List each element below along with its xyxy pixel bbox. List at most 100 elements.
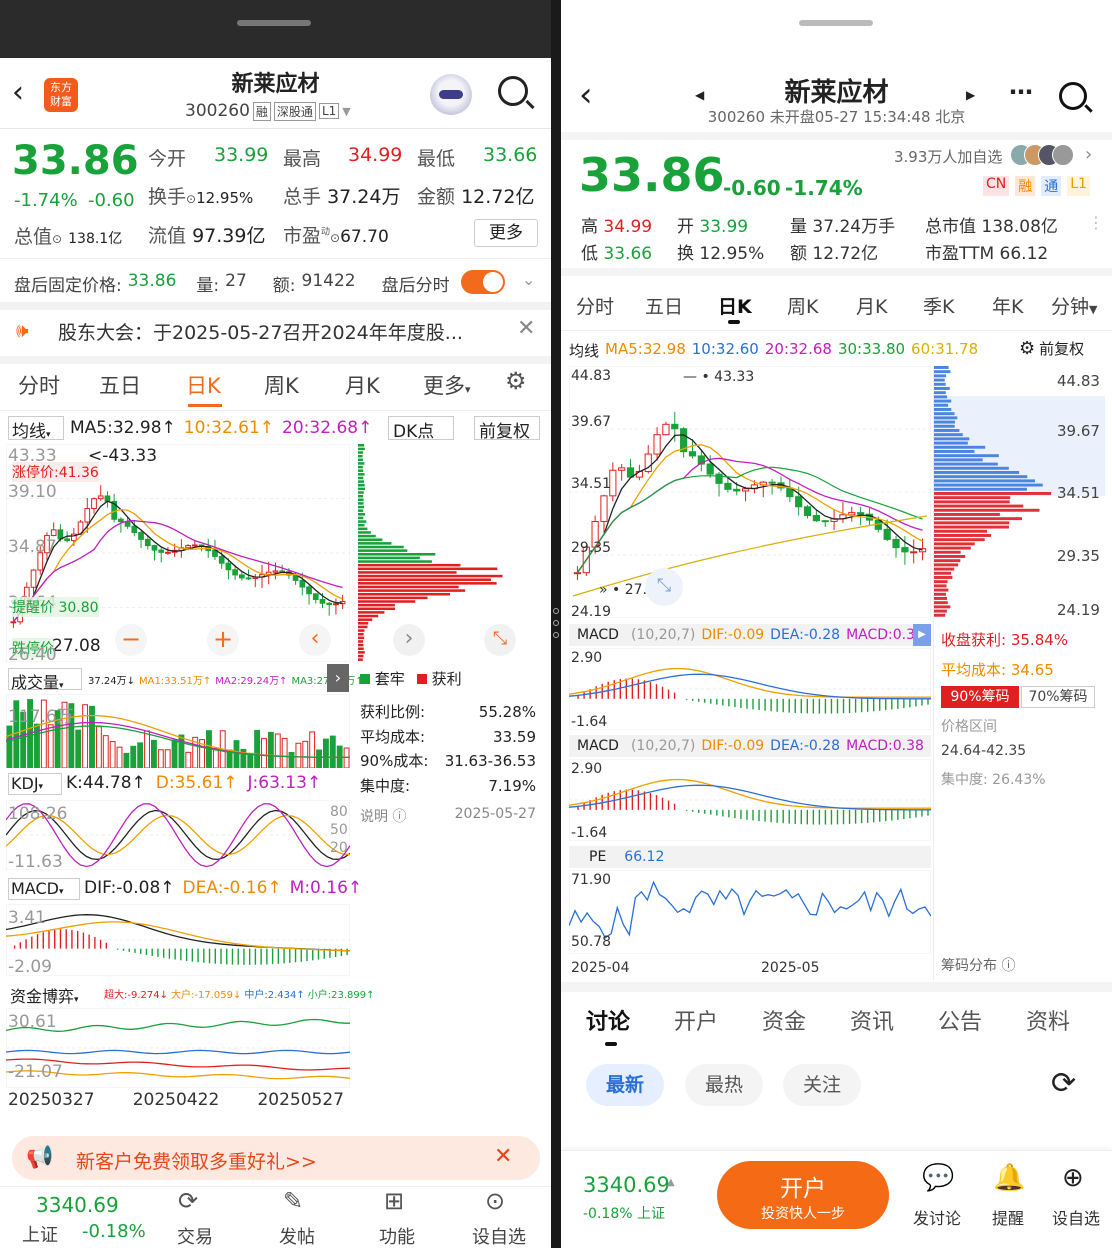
ma-select[interactable]: 均线▾ bbox=[8, 416, 64, 442]
more-dots-icon[interactable]: ⋯ bbox=[1009, 78, 1033, 106]
dropdown-icon[interactable]: ▼ bbox=[342, 105, 350, 118]
search-icon[interactable] bbox=[1059, 82, 1093, 113]
kline-max-label: — • 43.33 bbox=[683, 369, 755, 385]
profit-stat: 收盘获利: 35.84% bbox=[941, 631, 1069, 649]
chip-bar bbox=[358, 600, 416, 603]
edit-icon[interactable]: ✎ bbox=[283, 1187, 303, 1215]
panel-toggle-icon[interactable]: › bbox=[327, 664, 349, 692]
candle-body bbox=[97, 495, 104, 500]
index-value[interactable]: 3340.69 bbox=[583, 1173, 670, 1197]
tab-announce[interactable]: 公告 bbox=[938, 1004, 982, 1036]
change-pct: -1.74% bbox=[785, 176, 863, 200]
nav-discuss[interactable]: 发讨论 bbox=[913, 1205, 961, 1229]
index-value[interactable]: 3340.69 bbox=[36, 1193, 119, 1217]
chevron-down-icon[interactable]: ⌄ bbox=[522, 270, 535, 289]
chip-next-button[interactable]: › bbox=[393, 624, 425, 656]
more-button[interactable]: 更多 bbox=[474, 219, 538, 247]
promo-close-icon[interactable]: ✕ bbox=[494, 1144, 512, 1169]
kline-chart[interactable] bbox=[569, 366, 931, 618]
adjust-price-button[interactable]: 前复权 bbox=[474, 416, 540, 442]
chip-70-button[interactable]: 70%筹码 bbox=[1021, 686, 1095, 708]
drag-handle[interactable] bbox=[799, 20, 873, 26]
tab-news[interactable]: 资讯 bbox=[850, 1004, 894, 1036]
after-hours-toggle[interactable] bbox=[461, 270, 505, 294]
grid-icon[interactable]: ⊞ bbox=[384, 1187, 404, 1215]
adjust-price-button[interactable]: ⚙ 前复权 bbox=[1019, 338, 1084, 359]
index-up-icon: ▲ bbox=[667, 1177, 675, 1188]
stat-open-value: 33.99 bbox=[214, 144, 269, 166]
yen-icon[interactable]: ⟳ bbox=[178, 1187, 198, 1215]
expand-icon[interactable]: ⤡ bbox=[484, 624, 516, 656]
tab-five-day[interactable]: 五日 bbox=[99, 370, 141, 400]
search-icon[interactable] bbox=[498, 76, 535, 110]
volume-bar bbox=[130, 745, 137, 768]
volume-bar bbox=[316, 749, 322, 768]
panel-toggle-icon[interactable]: ▶ bbox=[913, 624, 931, 646]
tab-daily-k[interactable]: 日K bbox=[718, 292, 752, 319]
pe-header[interactable]: PE 66.12 bbox=[569, 846, 931, 868]
promo-banner[interactable]: 📢 新客户免费领取多重好礼>> ✕ bbox=[12, 1136, 540, 1180]
comment-icon[interactable]: 💬 bbox=[922, 1163, 954, 1193]
split-divider[interactable] bbox=[551, 0, 561, 1248]
notice-text[interactable]: 股东大会：于2025-05-27召开2024年年度股... bbox=[58, 318, 463, 345]
tab-year-k[interactable]: 年K bbox=[992, 292, 1023, 319]
nav-alert[interactable]: 提醒 bbox=[992, 1205, 1024, 1229]
fund-select[interactable]: 资金博弈▾ bbox=[8, 983, 102, 1006]
nav-watchlist[interactable]: 设自选 bbox=[1052, 1205, 1100, 1229]
zoom-in-button[interactable]: + bbox=[207, 624, 239, 656]
tab-more[interactable]: 更多▾ bbox=[423, 370, 471, 400]
chip-bar bbox=[358, 647, 364, 651]
tab-monthly-k[interactable]: 月K bbox=[856, 292, 887, 319]
filter-follow[interactable]: 关注 bbox=[783, 1064, 861, 1106]
chip-90-button[interactable]: 90%筹码 bbox=[941, 686, 1019, 708]
filter-hot[interactable]: 最热 bbox=[685, 1064, 763, 1106]
macd1-header[interactable]: MACD (10,20,7) DIF:-0.09 DEA:-0.28 MACD:0.38 bbox=[569, 624, 931, 646]
info-icon[interactable]: ⓘ bbox=[392, 809, 406, 825]
tab-monthly-k[interactable]: 月K bbox=[345, 370, 380, 400]
tab-discuss[interactable]: 讨论 bbox=[586, 1004, 630, 1036]
nav-function[interactable]: 功能 bbox=[379, 1223, 415, 1248]
bell-icon[interactable]: 🔔 bbox=[993, 1163, 1025, 1193]
tab-daily-k[interactable]: 日K bbox=[186, 370, 221, 400]
chevron-right-icon[interactable]: › bbox=[1085, 144, 1092, 165]
scroll-left-button[interactable]: ‹ bbox=[299, 624, 331, 656]
open-account-button[interactable]: 开户 投资快人一步 bbox=[717, 1161, 889, 1229]
tab-weekly-k[interactable]: 周K bbox=[787, 292, 818, 319]
more-dots-icon[interactable]: ⊙ bbox=[485, 1187, 505, 1215]
nav-post[interactable]: 发帖 bbox=[279, 1223, 315, 1248]
volume-bar bbox=[281, 737, 288, 768]
gear-icon[interactable]: ⚙ bbox=[505, 367, 527, 395]
nav-watchlist[interactable]: 设自选 bbox=[472, 1223, 526, 1248]
volume-select[interactable]: 成交量▾ bbox=[8, 668, 82, 692]
macd2-header[interactable]: MACD (10,20,7) DIF:-0.09 DEA:-0.28 MACD:0.38 bbox=[569, 735, 931, 757]
chip-bar bbox=[358, 534, 376, 538]
robot-avatar-icon[interactable] bbox=[430, 74, 472, 116]
chip-bar bbox=[933, 374, 947, 378]
close-icon[interactable]: ✕ bbox=[517, 316, 535, 341]
macd-select[interactable]: MACD▾ bbox=[8, 878, 80, 900]
tab-open-account[interactable]: 开户 bbox=[674, 1004, 718, 1036]
kdj-select[interactable]: KDJ▾ bbox=[8, 773, 62, 795]
dk-point-button[interactable]: DK点 bbox=[388, 416, 454, 442]
tab-funds[interactable]: 资金 bbox=[762, 1004, 806, 1036]
tab-weekly-k[interactable]: 周K bbox=[264, 370, 299, 400]
follower-avatars[interactable] bbox=[1010, 144, 1074, 166]
refresh-icon[interactable]: ⟳ bbox=[1051, 1066, 1076, 1101]
index-chg-row: -0.18% 上证 bbox=[583, 1206, 665, 1222]
tab-minute[interactable]: 分时 bbox=[576, 292, 614, 319]
chip-bar bbox=[358, 520, 367, 523]
chip-bar bbox=[933, 424, 955, 428]
tab-five-day[interactable]: 五日 bbox=[645, 292, 683, 319]
expand-icon[interactable]: ⤡ bbox=[645, 568, 683, 606]
drag-handle[interactable] bbox=[237, 20, 311, 26]
tab-minute[interactable]: 分时 bbox=[18, 370, 60, 400]
tab-minutes[interactable]: 分钟▼ bbox=[1051, 292, 1097, 319]
info-icon[interactable]: ⓘ bbox=[1001, 958, 1015, 974]
vertical-dots-icon[interactable]: ⋮ bbox=[1088, 215, 1104, 231]
nav-trade[interactable]: 交易 bbox=[177, 1223, 213, 1248]
tab-quarter-k[interactable]: 季K bbox=[923, 292, 954, 319]
watchlist-icon[interactable]: ⊕ bbox=[1062, 1163, 1084, 1193]
zoom-out-button[interactable]: − bbox=[115, 624, 147, 656]
filter-latest[interactable]: 最新 bbox=[586, 1064, 664, 1106]
tab-profile[interactable]: 资料 bbox=[1026, 1004, 1070, 1036]
